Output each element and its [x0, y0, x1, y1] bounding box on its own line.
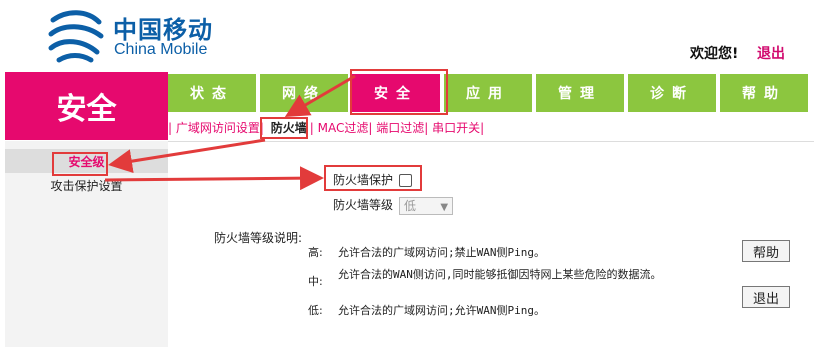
tab-status[interactable]: 状态	[168, 74, 256, 112]
firewall-protect-label: 防火墙保护	[333, 173, 394, 187]
left-menu-attack-protection[interactable]: 攻击保护设置	[5, 173, 168, 197]
logo-chinese-text: 中国移动	[113, 16, 213, 44]
welcome-text: 欢迎您!	[690, 46, 739, 62]
subnav-wan-access[interactable]: 广域网访问设置	[176, 121, 260, 135]
subnav-separator: |	[168, 121, 176, 135]
level-medium-name: 中:	[308, 275, 323, 288]
firewall-protect-checkbox[interactable]	[399, 174, 413, 187]
level-description-title: 防火墙等级说明:	[214, 231, 303, 245]
level-high-text: 允许合法的广域网访问;禁止WAN侧Ping。	[338, 246, 545, 259]
main-nav: 状态 网络 安全 应用 管理 诊断 帮助	[168, 74, 814, 112]
subnav-separator: |	[259, 121, 268, 135]
level-low-text: 允许合法的广域网访问;允许WAN侧Ping。	[338, 304, 545, 317]
subnav-mac-filter[interactable]: MAC过滤	[318, 121, 369, 135]
tab-security[interactable]: 安全	[352, 74, 440, 112]
sub-nav: | 广域网访问设置| 防火墙 | MAC过滤| 端口过滤| 串口开关|	[168, 119, 484, 136]
level-low-name: 低:	[308, 304, 323, 317]
firewall-protect-row: 防火墙保护	[333, 171, 413, 188]
logout-link[interactable]: 退出	[757, 43, 785, 63]
tab-network[interactable]: 网络	[260, 74, 348, 112]
tab-application[interactable]: 应用	[444, 74, 532, 112]
tab-diagnosis[interactable]: 诊断	[628, 74, 716, 112]
china-mobile-logo: 中国移动 China Mobile	[45, 8, 245, 64]
subnav-separator: |	[480, 121, 485, 135]
subnav-serial-switch[interactable]: 串口开关	[432, 121, 480, 135]
logo-english-text: China Mobile	[114, 41, 208, 58]
level-low-row: 低: 允许合法的广域网访问;允许WAN侧Ping。	[308, 304, 698, 318]
firewall-level-select[interactable]: 低 ▼	[399, 196, 454, 215]
chevron-down-icon: ▼	[440, 201, 449, 213]
firewall-level-row: 防火墙等级低 ▼	[333, 196, 454, 215]
level-high-name: 高:	[308, 246, 323, 259]
exit-button[interactable]: 退出	[742, 286, 790, 308]
subnav-separator: |	[424, 121, 433, 135]
level-medium-row: 中: 允许合法的WAN侧访问,同时能够抵御因特网上某些危险的数据流。	[308, 268, 698, 289]
firewall-level-label: 防火墙等级	[333, 198, 394, 212]
subnav-port-filter[interactable]: 端口过滤	[376, 121, 424, 135]
tab-management[interactable]: 管理	[536, 74, 624, 112]
level-medium-text: 允许合法的WAN侧访问,同时能够抵御因特网上某些危险的数据流。	[338, 268, 662, 281]
firewall-level-value: 低	[404, 198, 417, 213]
subnav-separator: |	[309, 121, 318, 135]
china-mobile-logo-icon	[48, 10, 104, 63]
subnav-firewall[interactable]: 防火墙	[268, 119, 310, 137]
tab-help[interactable]: 帮助	[720, 74, 808, 112]
left-menu: 安全级 攻击保护设置	[5, 141, 168, 347]
help-button[interactable]: 帮助	[742, 240, 790, 262]
level-high-row: 高: 允许合法的广域网访问;禁止WAN侧Ping。	[308, 246, 698, 260]
left-menu-security-level[interactable]: 安全级	[5, 149, 168, 173]
section-title: 安全	[5, 72, 168, 140]
